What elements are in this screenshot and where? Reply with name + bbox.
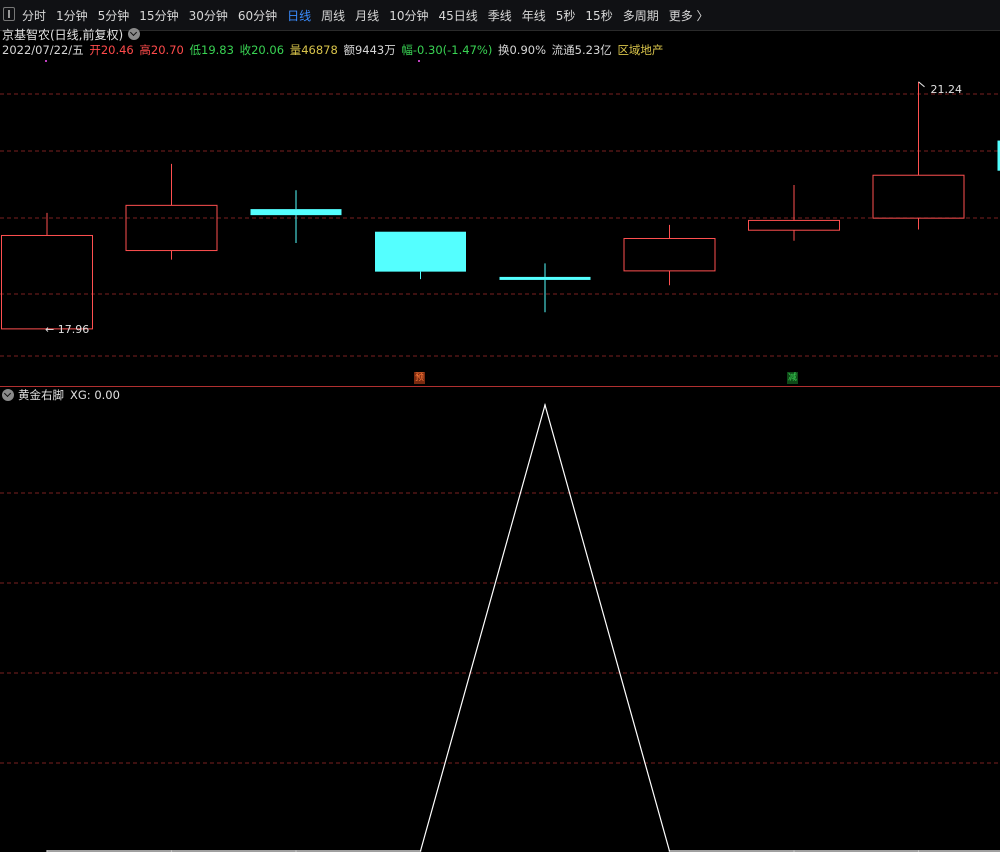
tab-period-15[interactable]: 多周期 (623, 7, 659, 24)
panel-toggle-icon[interactable] (3, 7, 15, 21)
candle-body-1 (125, 204, 218, 252)
candlestick-chart[interactable]: 21.24 ← 17.96 (0, 56, 1000, 386)
candle-body-3 (375, 231, 466, 272)
tab-period-3[interactable]: 15分钟 (139, 7, 178, 24)
quote-volume: 量46878 (289, 43, 338, 57)
quote-change: 幅-0.30(-1.47%) (401, 43, 493, 57)
stock-title-row: 京基智农(日线,前复权) (2, 26, 141, 42)
period-toolbar: 分时 1分钟 5分钟 15分钟 30分钟 60分钟 日线 周线 月线 10分钟 45日线 季线 年线 5秒… (0, 0, 1000, 31)
tab-period-2[interactable]: 5分钟 (98, 7, 130, 24)
chevron-down-icon[interactable] (128, 28, 141, 40)
top-dot-0 (45, 60, 47, 62)
tab-period-14[interactable]: 15秒 (585, 7, 612, 24)
quote-float: 流通5.23亿 (551, 43, 612, 57)
high-label: 21.24 (931, 83, 963, 96)
tab-period-5[interactable]: 60分钟 (238, 7, 277, 24)
candle-body-5 (623, 237, 716, 272)
panel-divider (0, 386, 1000, 387)
quote-turnover: 换0.90% (497, 43, 547, 57)
tab-period-10[interactable]: 45日线 (438, 7, 477, 24)
tab-period-1[interactable]: 1分钟 (56, 7, 88, 24)
tab-period-0[interactable]: 分时 (22, 7, 46, 24)
indicator-chart[interactable] (0, 395, 1000, 852)
tab-period-16[interactable]: 更多 〉 (669, 7, 709, 24)
tab-period-11[interactable]: 季线 (488, 7, 512, 24)
xg-point-4 (544, 404, 546, 406)
candle-body-0 (1, 234, 93, 330)
tab-period-13[interactable]: 5秒 (556, 7, 576, 24)
quote-date: 2022/07/22/五 (2, 43, 84, 57)
stock-title: 京基智农(日线,前复权) (2, 27, 124, 42)
tab-period-8[interactable]: 月线 (355, 7, 379, 24)
event-marker-0[interactable]: 预 (414, 372, 425, 384)
tab-period-12[interactable]: 年线 (522, 7, 546, 24)
high-pointer (918, 81, 925, 88)
quote-high: 高20.70 (139, 43, 184, 57)
tab-period-7[interactable]: 周线 (321, 7, 345, 24)
tab-period-9[interactable]: 10分钟 (389, 7, 428, 24)
quote-sector[interactable]: 区域地产 (617, 43, 663, 57)
candle-body-4 (499, 276, 591, 280)
tab-period-6[interactable]: 日线 (287, 7, 311, 24)
quote-amount: 额9443万 (343, 43, 396, 57)
event-marker-1[interactable]: 减 (787, 372, 798, 384)
low-label: ← 17.96 (45, 323, 89, 336)
xg-series-line (47, 402, 1000, 852)
candle-body-6 (748, 219, 840, 231)
quote-close: 收20.06 (239, 43, 285, 57)
quote-low: 低19.83 (189, 43, 234, 57)
quote-info-row: 2022/07/22/五 开20.46 高20.70 低19.83 收20.06… (2, 42, 665, 57)
tab-period-4[interactable]: 30分钟 (189, 7, 228, 24)
quote-open: 开20.46 (89, 43, 134, 57)
candle-body-2 (250, 209, 342, 216)
top-dot-1 (418, 60, 420, 62)
candle-body-7 (872, 174, 965, 219)
